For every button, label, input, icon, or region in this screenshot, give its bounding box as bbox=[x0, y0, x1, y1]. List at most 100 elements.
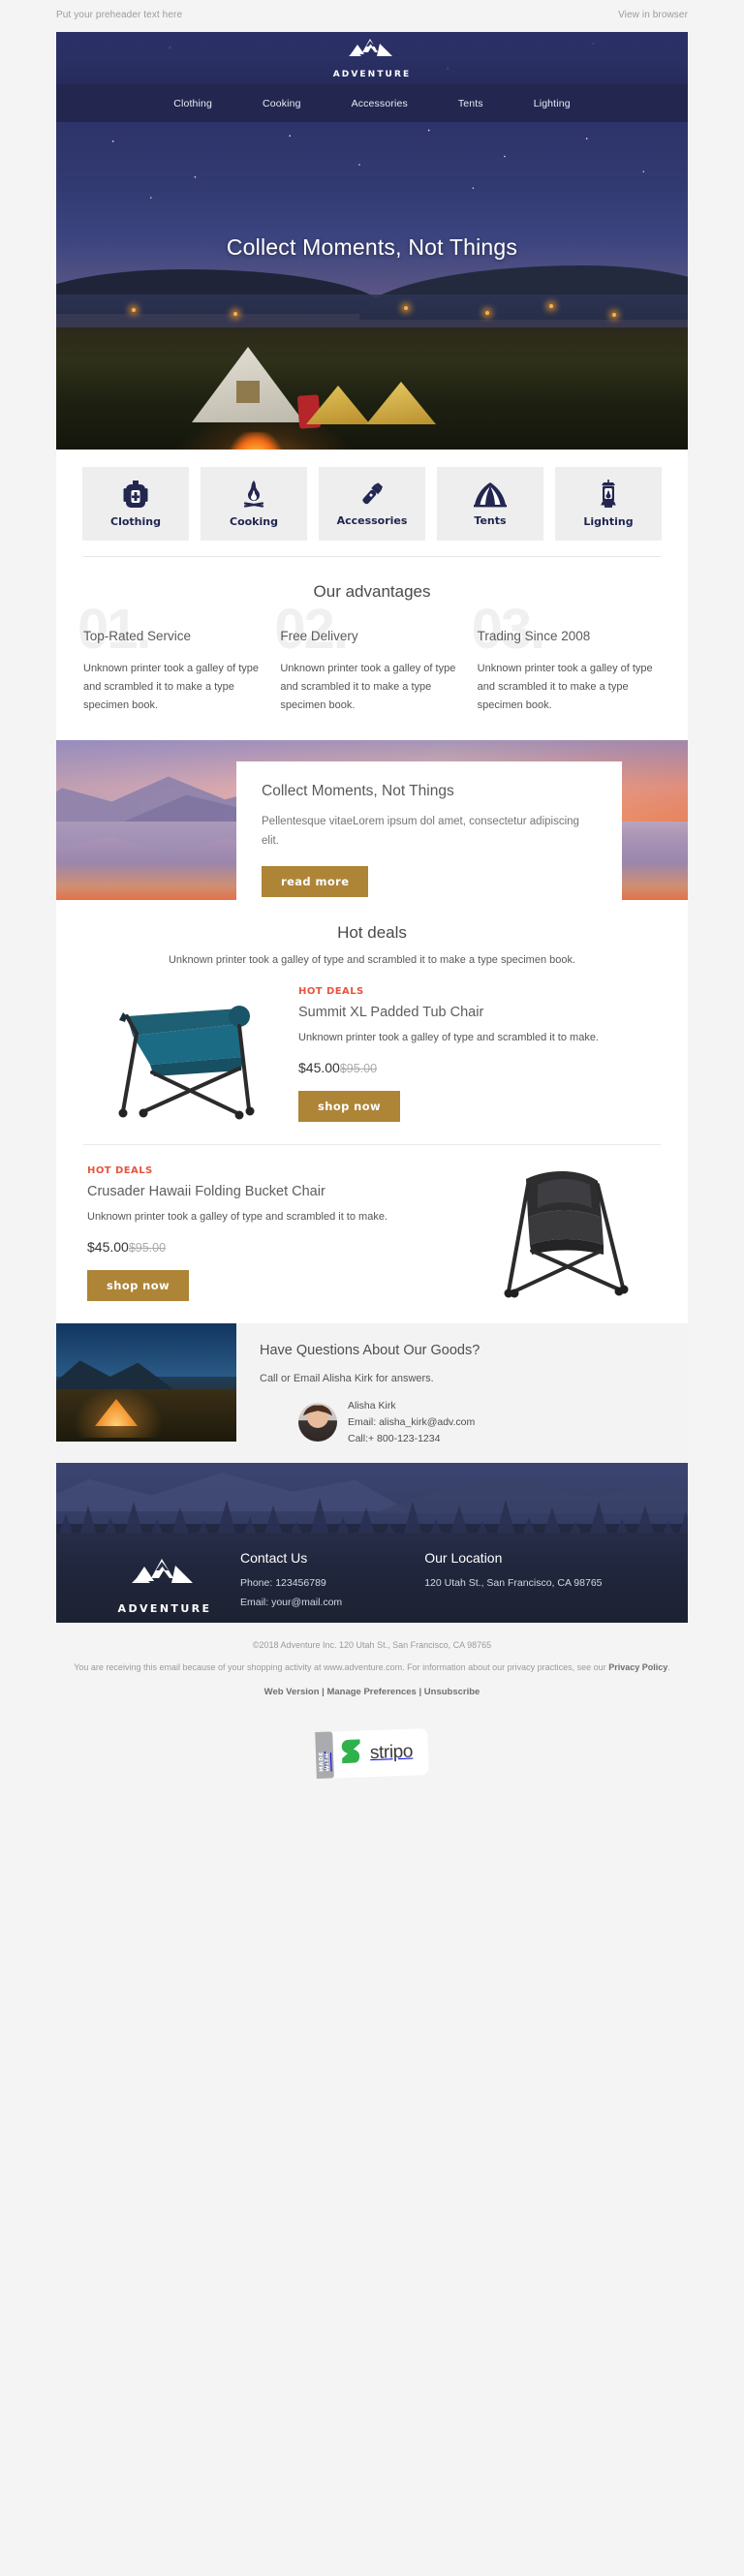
header-logo-band: ADVENTURE bbox=[56, 32, 688, 84]
product-row: HOT DEALS Summit XL Padded Tub Chair Unk… bbox=[56, 966, 688, 1144]
unsubscribe-link[interactable]: Unsubscribe bbox=[424, 1687, 480, 1697]
product-image-teal-chair bbox=[83, 981, 289, 1127]
price-current: $45.00 bbox=[298, 1059, 340, 1075]
product-price: $45.00$95.00 bbox=[87, 1239, 446, 1255]
legal-links: Web Version | Manage Preferences | Unsub… bbox=[54, 1685, 690, 1701]
contact-person-name: Alisha Kirk bbox=[348, 1399, 396, 1412]
footer: ADVENTURE Contact Us Phone: 123456789 Em… bbox=[56, 1462, 688, 1623]
advantage-heading: Top-Rated Service bbox=[83, 629, 192, 643]
hero-ground bbox=[56, 327, 688, 450]
footer-content: ADVENTURE Contact Us Phone: 123456789 Em… bbox=[56, 1533, 688, 1615]
promo-heading: Collect Moments, Not Things bbox=[262, 782, 454, 799]
preheader: Put your preheader text here View in bro… bbox=[0, 0, 744, 32]
shop-now-button[interactable]: shop now bbox=[298, 1090, 401, 1122]
category-tents[interactable]: Tents bbox=[437, 467, 543, 541]
category-label: Accessories bbox=[336, 514, 408, 527]
brand-name: ADVENTURE bbox=[332, 70, 412, 79]
avatar bbox=[298, 1403, 337, 1443]
legal-block: ©2018 Adventure Inc. 120 Utah St., San F… bbox=[0, 1623, 744, 1715]
manage-preferences-link[interactable]: Manage Preferences bbox=[326, 1687, 416, 1697]
questions-text: Call or Email Alisha Kirk for answers. bbox=[260, 1372, 434, 1384]
tent-icon bbox=[474, 481, 507, 508]
price-old: $95.00 bbox=[339, 1061, 378, 1075]
mountain-logo-icon bbox=[127, 1556, 202, 1599]
hot-deals-title: Hot deals bbox=[337, 922, 407, 942]
legal-copyright: ©2018 Adventure Inc. 120 Utah St., San F… bbox=[252, 1639, 492, 1650]
questions-heading: Have Questions About Our Goods? bbox=[260, 1342, 480, 1358]
view-in-browser-link[interactable]: View in browser bbox=[618, 10, 688, 20]
advantage-item: 01. Top-Rated Service Unknown printer to… bbox=[78, 602, 266, 715]
questions-body: Have Questions About Our Goods? Call or … bbox=[236, 1323, 688, 1463]
web-version-link[interactable]: Web Version bbox=[264, 1687, 320, 1697]
footer-location-column: Our Location 120 Utah St., San Francisco… bbox=[424, 1550, 655, 1615]
shop-now-button[interactable]: shop now bbox=[87, 1269, 190, 1301]
footer-contact-column: Contact Us Phone: 123456789 Email: your@… bbox=[240, 1550, 424, 1615]
footer-email[interactable]: Email: your@mail.com bbox=[240, 1594, 424, 1611]
category-label: Lighting bbox=[583, 515, 634, 528]
product-name: Summit XL Padded Tub Chair bbox=[298, 1005, 484, 1021]
backpack-icon bbox=[123, 480, 148, 509]
nav-item-clothing[interactable]: Clothing bbox=[148, 98, 237, 109]
questions-image-campsite bbox=[56, 1322, 236, 1442]
category-accessories[interactable]: Accessories bbox=[319, 467, 425, 541]
read-more-button[interactable]: read more bbox=[262, 866, 369, 898]
footer-brand-logo[interactable]: ADVENTURE bbox=[89, 1550, 240, 1615]
privacy-policy-link[interactable]: Privacy Policy bbox=[608, 1662, 667, 1672]
content-area: Clothing Cooking Accessories Tents Light… bbox=[56, 450, 688, 740]
category-label: Tents bbox=[474, 514, 507, 527]
nav-item-accessories[interactable]: Accessories bbox=[326, 98, 433, 109]
main-navigation: Clothing Cooking Accessories Tents Light… bbox=[56, 84, 688, 122]
footer-phone: Phone: 123456789 bbox=[240, 1576, 326, 1589]
product-description: Unknown printer took a galley of type an… bbox=[87, 1211, 388, 1224]
promo-card: Collect Moments, Not Things Pellentesque… bbox=[236, 760, 622, 900]
advantages-grid: 01. Top-Rated Service Unknown printer to… bbox=[78, 602, 661, 715]
advantages-section: Our advantages 01. Top-Rated Service Unk… bbox=[56, 557, 688, 740]
product-image-black-chair bbox=[455, 1161, 661, 1306]
promo-body: Pellentesque vitaeLorem ipsum dol amet, … bbox=[262, 815, 579, 848]
category-clothing[interactable]: Clothing bbox=[82, 467, 189, 541]
stripo-name: stripo bbox=[369, 1741, 414, 1764]
hero-distant-lights bbox=[56, 302, 688, 324]
stripo-logo-icon bbox=[340, 1737, 364, 1772]
questions-section: Have Questions About Our Goods? Call or … bbox=[56, 1322, 688, 1463]
contact-person-phone[interactable]: Call:+ 800-123-1234 bbox=[348, 1431, 475, 1447]
stripo-badge-area: MADE WITH stripo bbox=[0, 1715, 744, 1802]
hero-title: Collect Moments, Not Things bbox=[226, 234, 518, 260]
nav-item-lighting[interactable]: Lighting bbox=[509, 98, 596, 109]
category-label: Clothing bbox=[110, 515, 161, 528]
legal-notice: You are receiving this email because of … bbox=[54, 1660, 690, 1676]
contact-person: Alisha Kirk Email: alisha_kirk@adv.com C… bbox=[260, 1398, 666, 1447]
hero-banner: Collect Moments, Not Things bbox=[56, 122, 688, 450]
mountain-logo-icon bbox=[345, 37, 399, 69]
advantage-heading: Free Delivery bbox=[280, 629, 358, 643]
price-old: $95.00 bbox=[128, 1240, 167, 1255]
advantage-item: 03. Trading Since 2008 Unknown printer t… bbox=[472, 602, 661, 715]
category-label: Cooking bbox=[230, 515, 278, 528]
product-price: $45.00$95.00 bbox=[298, 1060, 657, 1075]
stripo-badge[interactable]: MADE WITH stripo bbox=[315, 1728, 429, 1780]
brand-logo[interactable]: ADVENTURE bbox=[333, 37, 412, 79]
preheader-text: Put your preheader text here bbox=[56, 10, 183, 20]
footer-contact-title: Contact Us bbox=[240, 1549, 308, 1566]
legal-notice-text: You are receiving this email because of … bbox=[74, 1661, 609, 1672]
product-name: Crusader Hawaii Folding Bucket Chair bbox=[87, 1184, 326, 1200]
hot-deals-subtitle: Unknown printer took a galley of type an… bbox=[168, 953, 576, 966]
nav-item-tents[interactable]: Tents bbox=[433, 98, 509, 109]
category-lighting[interactable]: Lighting bbox=[555, 467, 662, 541]
advantage-heading: Trading Since 2008 bbox=[477, 629, 591, 643]
nav-item-cooking[interactable]: Cooking bbox=[237, 98, 326, 109]
hot-deals-section: Hot deals Unknown printer took a galley … bbox=[56, 899, 688, 1323]
product-row: HOT DEALS Crusader Hawaii Folding Bucket… bbox=[56, 1145, 688, 1323]
advantages-title: Our advantages bbox=[313, 582, 431, 601]
contact-person-details: Alisha Kirk Email: alisha_kirk@adv.com C… bbox=[348, 1398, 475, 1447]
email-page: Put your preheader text here View in bro… bbox=[0, 0, 744, 1802]
footer-location-title: Our Location bbox=[424, 1549, 503, 1566]
price-current: $45.00 bbox=[87, 1238, 129, 1255]
product-info: HOT DEALS Crusader Hawaii Folding Bucket… bbox=[83, 1165, 450, 1301]
contact-person-email[interactable]: Email: alisha_kirk@adv.com bbox=[348, 1414, 475, 1431]
advantage-body: Unknown printer took a galley of type an… bbox=[83, 663, 259, 712]
link-separator: | bbox=[416, 1687, 424, 1698]
category-cooking[interactable]: Cooking bbox=[201, 467, 307, 541]
category-tiles: Clothing Cooking Accessories Tents Light… bbox=[56, 450, 688, 556]
advantage-body: Unknown printer took a galley of type an… bbox=[280, 663, 456, 712]
